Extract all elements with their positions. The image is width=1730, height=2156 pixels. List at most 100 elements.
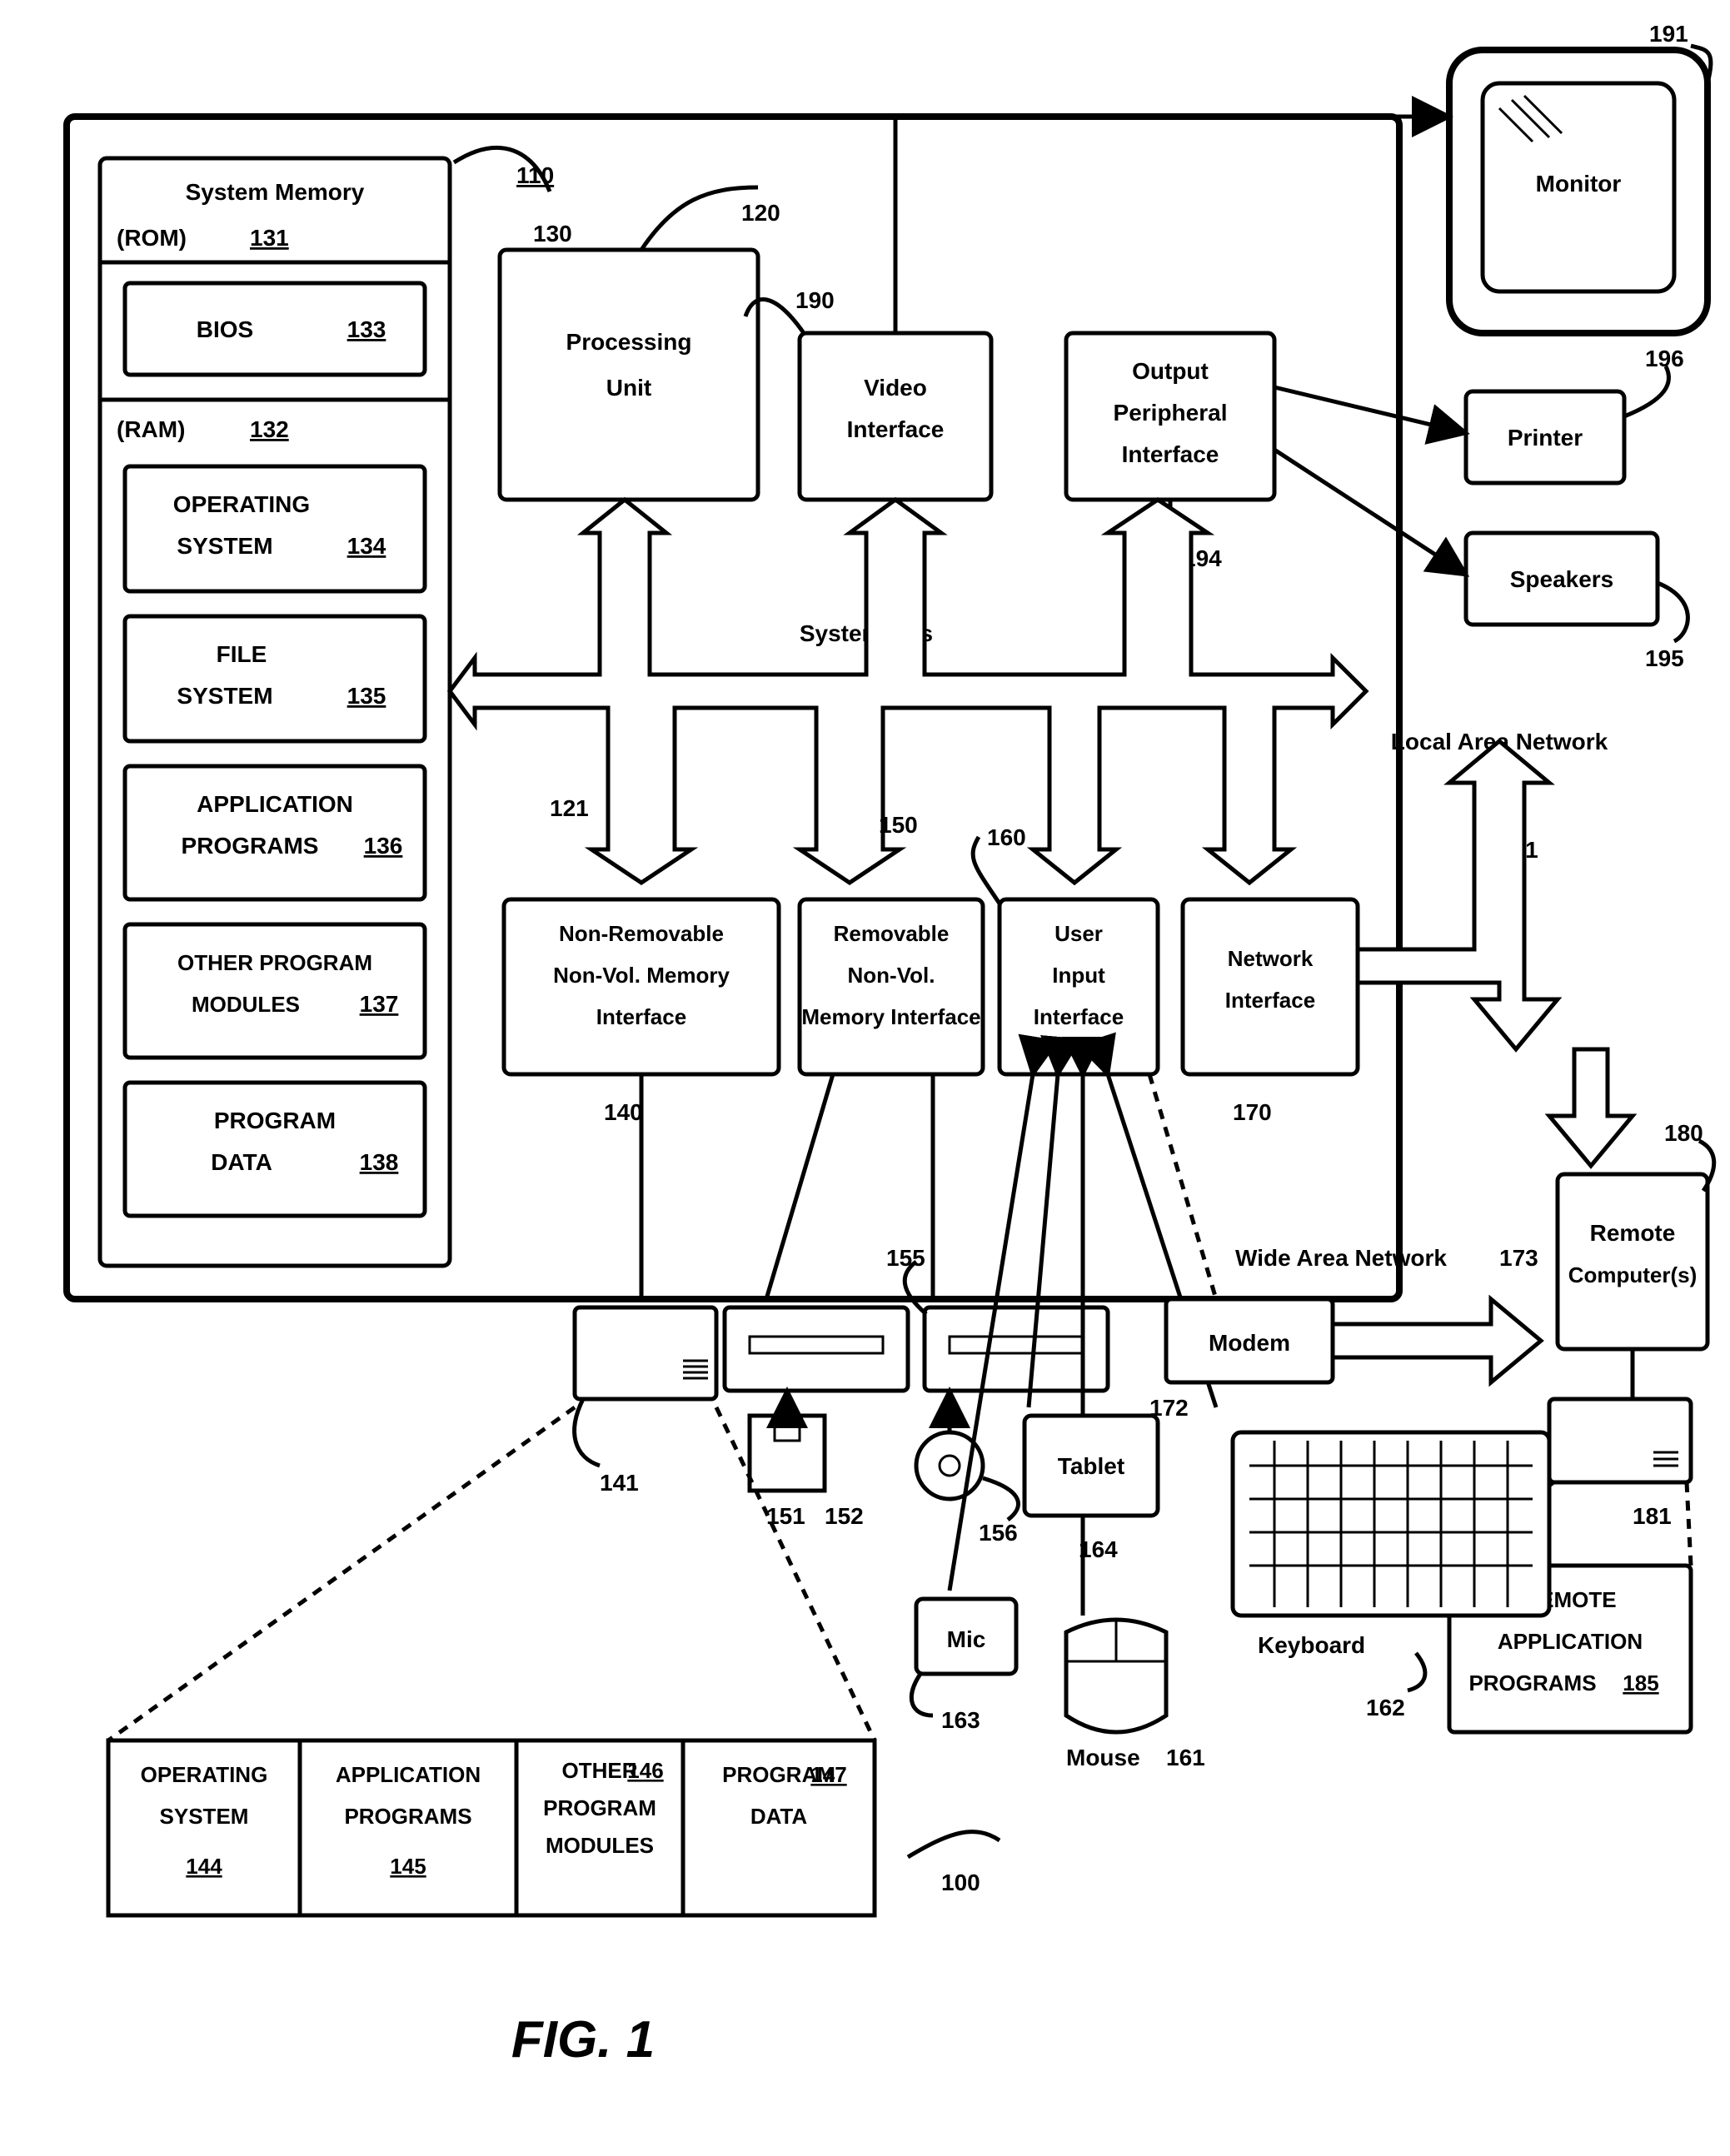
ref-120: 120	[741, 200, 780, 226]
ref-147: 147	[810, 1762, 846, 1787]
label-os1: OPERATING	[173, 491, 310, 517]
label-doth2: PROGRAM	[543, 1795, 656, 1820]
label-dos1: OPERATING	[141, 1762, 268, 1787]
label-speakers: Speakers	[1510, 566, 1614, 592]
label-file2: SYSTEM	[177, 683, 272, 709]
label-doth1: OTHER	[562, 1758, 638, 1783]
remote-computer-box	[1558, 1174, 1708, 1349]
remote-monitor-icon	[1549, 1399, 1691, 1482]
ref-140: 140	[604, 1099, 643, 1125]
label-op3: Interface	[1122, 441, 1219, 467]
ref-162: 162	[1366, 1695, 1405, 1720]
lan-down-arrow	[1549, 1049, 1633, 1166]
label-kbd: Keyboard	[1258, 1632, 1365, 1658]
diagram: 110 System Memory (ROM) 131 BIOS 133 (RA…	[0, 0, 1730, 2156]
ref-163: 163	[941, 1707, 980, 1733]
figure-label: FIG. 1	[511, 2011, 655, 2069]
mouse-icon	[1066, 1620, 1166, 1732]
ref-150: 150	[879, 812, 918, 838]
label-wan: Wide Area Network	[1235, 1245, 1447, 1271]
label-file1: FILE	[217, 641, 267, 667]
ref-141: 141	[600, 1470, 639, 1496]
label-modem: Modem	[1209, 1330, 1290, 1356]
label-printer: Printer	[1508, 425, 1583, 451]
network-interface-box	[1183, 899, 1358, 1074]
label-app2: PROGRAMS	[182, 833, 319, 859]
label-nr3: Interface	[596, 1004, 686, 1029]
label-dapp2: PROGRAMS	[344, 1804, 471, 1829]
label-rc2: Computer(s)	[1568, 1262, 1698, 1287]
label-ui2: Input	[1052, 963, 1105, 988]
label-pu2: Unit	[606, 375, 651, 401]
label-pu1: Processing	[566, 329, 692, 355]
ref-133: 133	[347, 316, 386, 342]
file-system-box	[125, 616, 425, 741]
label-other1: OTHER PROGRAM	[177, 950, 372, 975]
label-rm3: Memory Interface	[801, 1004, 980, 1029]
hard-disk-icon	[575, 1307, 716, 1399]
ref-155: 155	[886, 1245, 925, 1271]
label-other2: MODULES	[192, 992, 300, 1017]
label-pd2: DATA	[211, 1149, 272, 1175]
label-vi1: Video	[864, 375, 927, 401]
label-nr2: Non-Vol. Memory	[553, 963, 730, 988]
ref-164: 164	[1079, 1536, 1118, 1562]
ref-195: 195	[1645, 645, 1684, 671]
label-sysmem: System Memory	[186, 179, 365, 205]
label-rom: (ROM)	[117, 225, 187, 251]
label-mic: Mic	[947, 1626, 986, 1652]
label-ui3: Interface	[1034, 1004, 1124, 1029]
label-monitor: Monitor	[1536, 171, 1622, 197]
label-op1: Output	[1132, 358, 1209, 384]
label-ui1: User	[1054, 921, 1103, 946]
ref-161: 161	[1166, 1745, 1205, 1770]
label-op2: Peripheral	[1114, 400, 1228, 426]
ref-100: 100	[941, 1870, 980, 1895]
label-app1: APPLICATION	[197, 791, 353, 817]
label-ni2: Interface	[1225, 988, 1315, 1013]
label-os2: SYSTEM	[177, 533, 272, 559]
ref-173: 173	[1499, 1245, 1538, 1271]
label-bios: BIOS	[197, 316, 253, 342]
ref-132: 132	[250, 416, 289, 442]
ref-181: 181	[1633, 1503, 1672, 1529]
ref-121: 121	[550, 795, 589, 821]
ref-190: 190	[795, 287, 835, 313]
ref-145: 145	[390, 1854, 426, 1879]
label-doth3: MODULES	[546, 1833, 654, 1858]
ref-170: 170	[1233, 1099, 1272, 1125]
ref-144: 144	[186, 1854, 222, 1879]
label-rm1: Removable	[834, 921, 950, 946]
ref-160: 160	[987, 824, 1026, 850]
os-ram-box	[125, 466, 425, 591]
label-nr1: Non-Removable	[559, 921, 724, 946]
label-ram: (RAM)	[117, 416, 185, 442]
ref-180: 180	[1664, 1120, 1703, 1146]
label-ra2: APPLICATION	[1498, 1629, 1643, 1654]
label-ni1: Network	[1228, 946, 1314, 971]
label-dapp1: APPLICATION	[336, 1762, 481, 1787]
ref-136: 136	[364, 833, 403, 859]
ref-138: 138	[360, 1149, 399, 1175]
ref-130: 130	[533, 221, 572, 246]
label-ra3: PROGRAMS	[1468, 1671, 1596, 1695]
label-rm2: Non-Vol.	[848, 963, 935, 988]
ref-191: 191	[1649, 21, 1688, 47]
label-rc1: Remote	[1590, 1220, 1676, 1246]
label-tablet: Tablet	[1058, 1453, 1124, 1479]
label-mouse: Mouse	[1066, 1745, 1140, 1770]
ref-135: 135	[347, 683, 386, 709]
label-dos2: SYSTEM	[160, 1804, 249, 1829]
keyboard-icon	[1233, 1432, 1549, 1616]
label-pd1: PROGRAM	[214, 1108, 336, 1133]
label-vi2: Interface	[847, 416, 945, 442]
ref-152: 152	[825, 1503, 864, 1529]
wan-arrow	[1333, 1299, 1541, 1382]
ref-196: 196	[1645, 346, 1684, 371]
ref-134: 134	[347, 533, 386, 559]
label-dpd2: DATA	[750, 1804, 808, 1829]
ref-131: 131	[250, 225, 289, 251]
ref-146: 146	[627, 1758, 663, 1783]
ref-185: 185	[1623, 1671, 1658, 1695]
disk-contents-table: OPERATING SYSTEM 144 APPLICATION PROGRAM…	[108, 1740, 875, 1915]
